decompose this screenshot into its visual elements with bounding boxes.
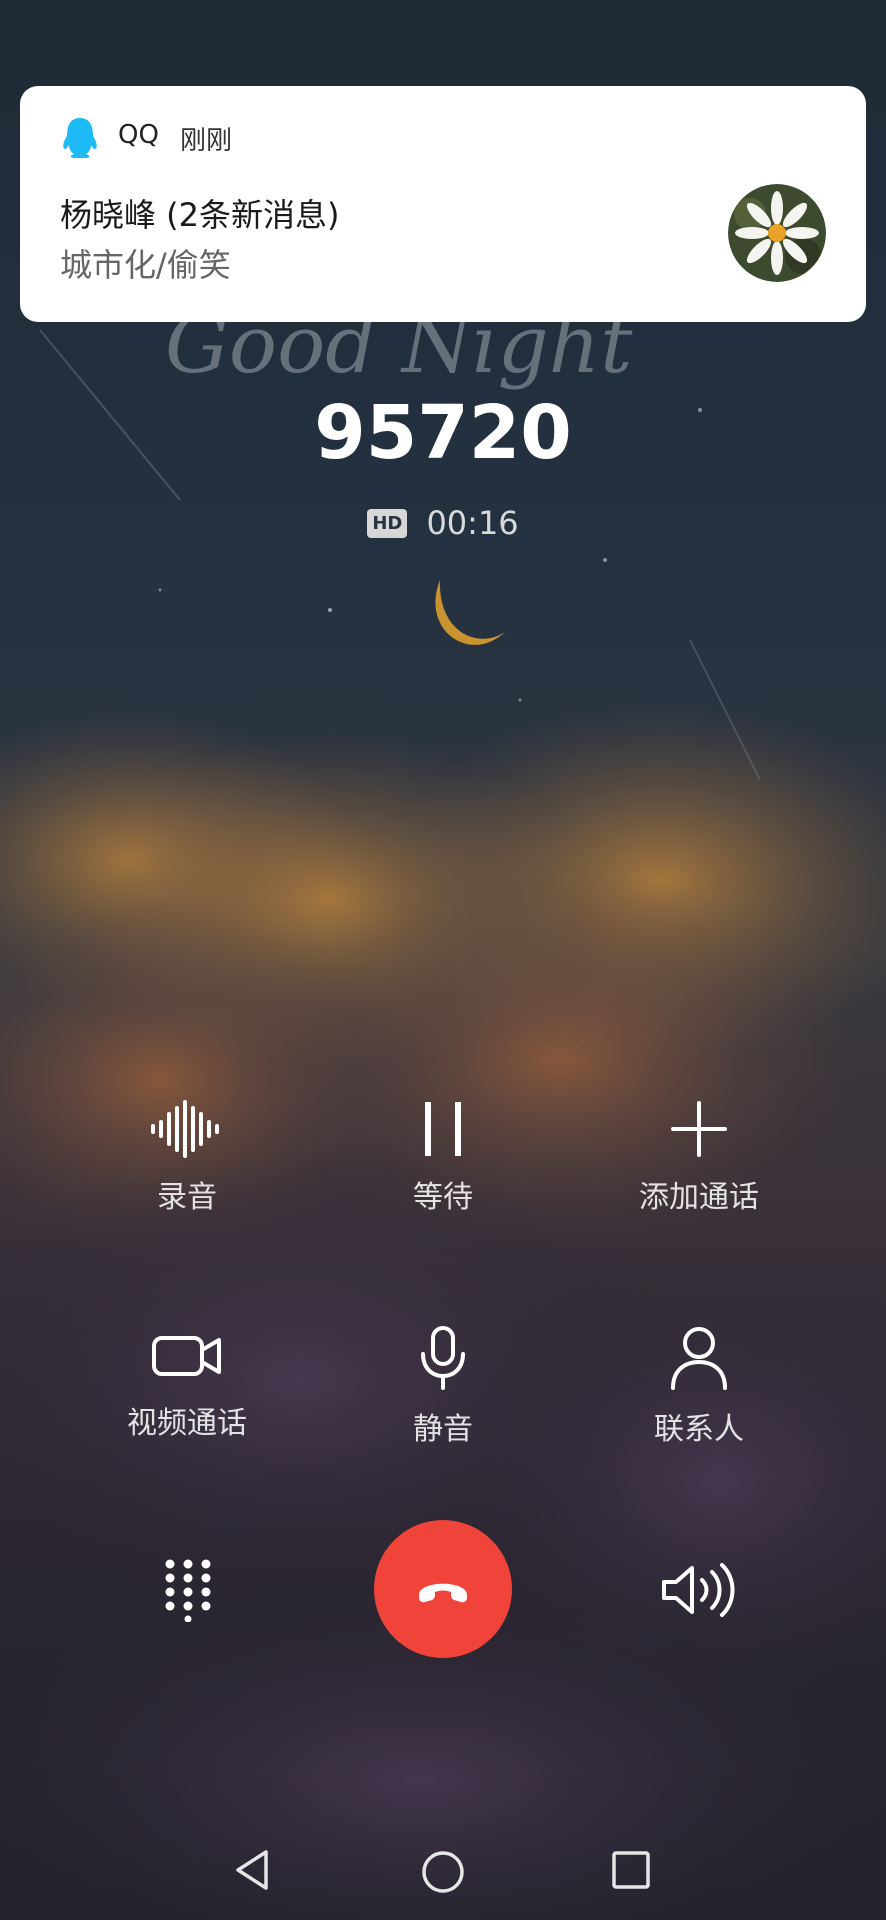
end-call-icon <box>419 1583 467 1603</box>
notification-body: 城市化/偷笑 <box>60 246 231 284</box>
caller-number: 95720 <box>314 390 572 476</box>
speaker-icon[interactable] <box>660 1562 736 1618</box>
waveform-icon <box>151 1100 219 1158</box>
add-call-label: 添加通话 <box>639 1180 759 1215</box>
home-icon[interactable] <box>421 1850 465 1894</box>
notification-time: 刚刚 <box>180 126 233 156</box>
video-call-button[interactable]: 视频通话 <box>87 1326 287 1442</box>
keypad-icon[interactable] <box>162 1558 214 1622</box>
contacts-button[interactable]: 联系人 <box>599 1326 799 1448</box>
microphone-icon <box>421 1326 465 1390</box>
back-icon[interactable] <box>232 1848 272 1892</box>
sender-avatar <box>728 184 826 282</box>
contacts-label: 联系人 <box>654 1412 744 1447</box>
plus-icon <box>671 1101 727 1157</box>
record-button[interactable]: 录音 <box>87 1100 287 1216</box>
hold-button[interactable]: 等待 <box>343 1100 543 1216</box>
pause-icon <box>425 1102 461 1156</box>
mute-label: 静音 <box>413 1412 473 1447</box>
qq-penguin-icon <box>63 118 97 158</box>
call-status-row: HD 00:16 <box>0 504 886 542</box>
add-call-button[interactable]: 添加通话 <box>599 1100 799 1216</box>
call-duration: 00:16 <box>426 504 519 542</box>
recents-icon[interactable] <box>611 1850 651 1890</box>
record-label: 录音 <box>157 1180 217 1215</box>
notification-app-name: QQ <box>118 120 159 150</box>
video-camera-icon <box>152 1336 221 1376</box>
hd-badge: HD <box>367 508 408 538</box>
qq-notification[interactable]: QQ 刚刚 杨晓峰 (2条新消息) 城市化/偷笑 <box>20 86 866 322</box>
notification-title: 杨晓峰 (2条新消息) <box>60 196 340 234</box>
end-call-button[interactable] <box>374 1520 512 1658</box>
person-icon <box>671 1327 727 1390</box>
mute-button[interactable]: 静音 <box>343 1326 543 1448</box>
hold-label: 等待 <box>413 1180 473 1215</box>
video-call-label: 视频通话 <box>127 1406 247 1441</box>
